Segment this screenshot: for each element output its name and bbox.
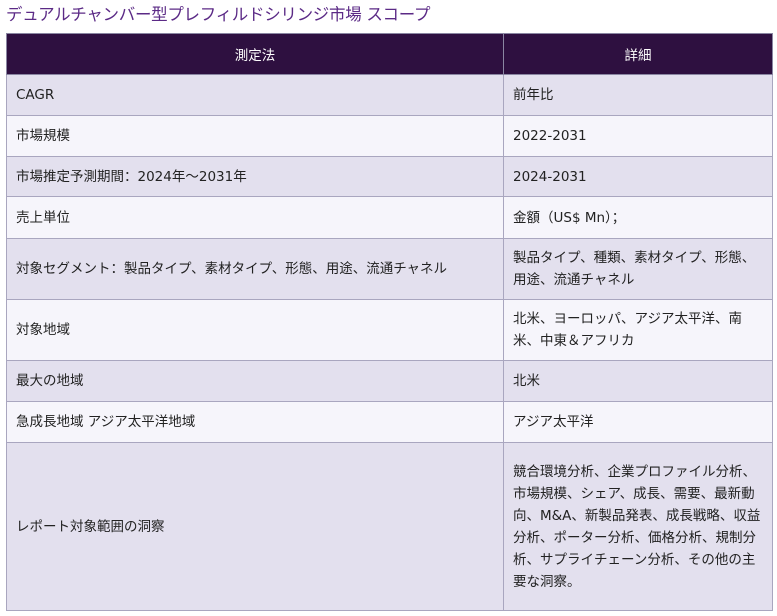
- table-row: 売上単位 金額（US$ Mn）；: [6, 196, 773, 239]
- detail-cell: 前年比: [503, 74, 773, 116]
- measure-cell: 対象セグメント：製品タイプ、素材タイプ、形態、用途、流通チャネル: [6, 238, 504, 300]
- measure-cell: CAGR: [6, 74, 504, 116]
- measure-cell: レポート対象範囲の洞察: [6, 442, 504, 611]
- detail-cell: 製品タイプ、種類、素材タイプ、形態、用途、流通チャネル: [503, 238, 773, 300]
- table-header-row: 測定法 詳細: [6, 33, 773, 75]
- detail-cell: 北米: [503, 360, 773, 402]
- table-row: 最大の地域 北米: [6, 360, 773, 402]
- measure-cell: 売上単位: [6, 196, 504, 239]
- measure-cell: 急成長地域 アジア太平洋地域: [6, 401, 504, 443]
- measure-cell: 対象地域: [6, 299, 504, 361]
- scope-table: 測定法 詳細 CAGR 前年比 市場規模 2022-2031 市場推定予測期間：…: [6, 33, 773, 611]
- measure-cell: 市場推定予測期間：2024年～2031年: [6, 156, 504, 197]
- measure-cell: 市場規模: [6, 115, 504, 157]
- table-row: レポート対象範囲の洞察 競合環境分析、企業プロファイル分析、市場規模、シェア、成…: [6, 442, 773, 611]
- detail-cell: 北米、ヨーロッパ、アジア太平洋、南米、中東＆アフリカ: [503, 299, 773, 361]
- table-row: CAGR 前年比: [6, 74, 773, 116]
- detail-cell: 2022-2031: [503, 115, 773, 157]
- detail-cell: 金額（US$ Mn）；: [503, 196, 773, 239]
- measure-cell: 最大の地域: [6, 360, 504, 402]
- detail-cell: 2024-2031: [503, 156, 773, 197]
- table-row: 市場規模 2022-2031: [6, 115, 773, 157]
- table-row: 市場推定予測期間：2024年～2031年 2024-2031: [6, 156, 773, 197]
- detail-cell: アジア太平洋: [503, 401, 773, 443]
- table-row: 急成長地域 アジア太平洋地域 アジア太平洋: [6, 401, 773, 443]
- table-row: 対象セグメント：製品タイプ、素材タイプ、形態、用途、流通チャネル 製品タイプ、種…: [6, 238, 773, 300]
- page-title: デュアルチャンバー型プレフィルドシリンジ市場 スコープ: [6, 5, 431, 24]
- column-header-measure: 測定法: [6, 33, 504, 75]
- detail-cell: 競合環境分析、企業プロファイル分析、市場規模、シェア、成長、需要、最新動向、M&…: [503, 442, 773, 611]
- column-header-detail: 詳細: [503, 33, 773, 75]
- table-row: 対象地域 北米、ヨーロッパ、アジア太平洋、南米、中東＆アフリカ: [6, 299, 773, 361]
